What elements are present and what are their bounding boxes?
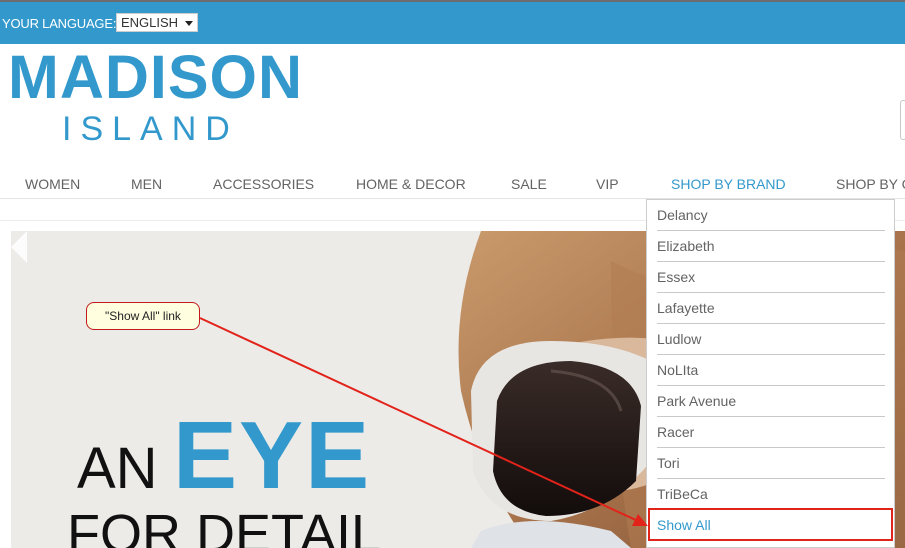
brand-item-label: Essex xyxy=(657,269,696,285)
nav-shop-by-brand[interactable]: SHOP BY BRAND xyxy=(671,176,786,192)
search-input[interactable] xyxy=(900,100,905,140)
brand-item-essex[interactable]: Essex xyxy=(657,262,885,293)
brand-item-label: Ludlow xyxy=(657,331,702,347)
brand-item-lafayette[interactable]: Lafayette xyxy=(657,293,885,324)
nav-men[interactable]: MEN xyxy=(131,176,162,192)
nav-vip[interactable]: VIP xyxy=(596,176,619,192)
language-value: ENGLISH xyxy=(121,15,179,30)
chevron-left-icon[interactable] xyxy=(11,231,29,263)
nav-home-decor[interactable]: HOME & DECOR xyxy=(356,176,466,192)
annotation-callout: "Show All" link xyxy=(86,302,200,330)
brand-item-label: TriBeCa xyxy=(657,486,708,502)
brand-item-nolita[interactable]: NoLIta xyxy=(657,355,885,386)
annotation-highlight-box xyxy=(648,508,893,541)
hero-title-detail: FOR DETAIL xyxy=(67,504,382,548)
logo-main[interactable]: MADISON xyxy=(8,42,303,112)
brand-item-tribeca[interactable]: TriBeCa xyxy=(657,479,885,510)
chevron-down-icon xyxy=(185,21,193,26)
nav-shop-by-category[interactable]: SHOP BY C xyxy=(836,176,905,192)
nav-accessories[interactable]: ACCESSORIES xyxy=(213,176,314,192)
hero-title-an: AN xyxy=(77,436,158,501)
language-bar: YOUR LANGUAGE: ENGLISH xyxy=(0,2,905,44)
brand-item-label: Lafayette xyxy=(657,300,715,316)
brand-item-elizabeth[interactable]: Elizabeth xyxy=(657,231,885,262)
brand-item-label: NoLIta xyxy=(657,362,699,378)
nav-sale[interactable]: SALE xyxy=(511,176,547,192)
brand-item-park-avenue[interactable]: Park Avenue xyxy=(657,386,885,417)
brand-item-label: Delancy xyxy=(657,207,708,223)
brand-item-racer[interactable]: Racer xyxy=(657,417,885,448)
logo-sub[interactable]: ISLAND xyxy=(62,110,239,149)
brand-item-ludlow[interactable]: Ludlow xyxy=(657,324,885,355)
nav-women[interactable]: WOMEN xyxy=(25,176,80,192)
brand-item-label: Tori xyxy=(657,455,680,471)
brand-item-tori[interactable]: Tori xyxy=(657,448,885,479)
brand-item-label: Park Avenue xyxy=(657,393,737,409)
language-select[interactable]: ENGLISH xyxy=(116,13,198,32)
language-label: YOUR LANGUAGE: xyxy=(2,16,117,31)
brand-dropdown: Delancy Elizabeth Essex Lafayette Ludlow… xyxy=(646,199,895,548)
brand-item-delancy[interactable]: Delancy xyxy=(657,200,885,231)
brand-item-label: Racer xyxy=(657,424,695,440)
brand-item-label: Elizabeth xyxy=(657,238,715,254)
hero-title-eye: EYE xyxy=(173,402,372,509)
